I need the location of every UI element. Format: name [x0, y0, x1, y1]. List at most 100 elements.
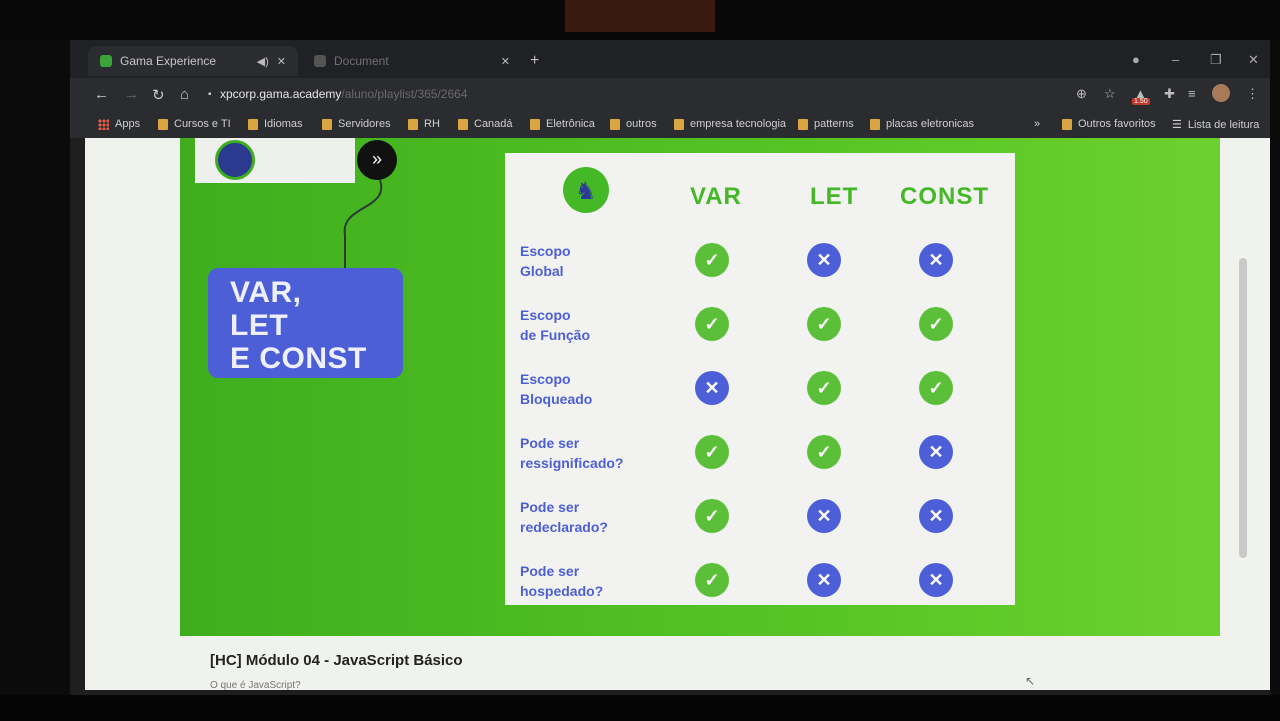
- column-header-let: LET: [810, 183, 859, 210]
- cross-icon: ✕: [695, 371, 729, 405]
- slide-logo-box: [195, 138, 355, 183]
- puzzle-icon[interactable]: ✚: [1164, 86, 1175, 102]
- translate-icon[interactable]: ⊕: [1076, 86, 1087, 102]
- bookmark-folder[interactable]: placas eletronicas: [870, 118, 974, 130]
- check-icon: ✓: [695, 435, 729, 469]
- url-path: /aluno/playlist/365/2664: [341, 87, 468, 101]
- row-label: Pode ser ressignificado?: [520, 433, 623, 473]
- bookmark-label: Canadá: [474, 118, 513, 130]
- row-label-line: Pode ser: [520, 435, 580, 451]
- check-icon: ✓: [695, 563, 729, 597]
- row-label-line: hospedado?: [520, 583, 604, 599]
- row-label-line: de Função: [520, 327, 591, 343]
- url-field[interactable]: xpcorp.gama.academy/aluno/playlist/365/2…: [220, 87, 468, 101]
- bookmark-label: empresa tecnologia: [690, 118, 787, 130]
- close-window-button[interactable]: ✕: [1248, 52, 1259, 68]
- row-label: Pode ser hospedado?: [520, 561, 603, 601]
- row-label-line: Escopo: [520, 243, 571, 259]
- bookmark-label: Servidores: [338, 118, 391, 130]
- page-scrollbar[interactable]: [1239, 258, 1247, 558]
- tab-document[interactable]: Document ✕: [302, 46, 522, 76]
- bookmark-label: Apps: [115, 118, 141, 130]
- speaker-icon[interactable]: ◀): [257, 55, 269, 68]
- folder-icon: [458, 118, 468, 130]
- gama-logo-icon: [215, 140, 255, 180]
- profile-sync-icon[interactable]: ●: [1132, 52, 1140, 67]
- lock-icon[interactable]: ▪: [208, 89, 212, 100]
- back-icon[interactable]: ←: [94, 86, 109, 103]
- menu-dots-icon[interactable]: ⋮: [1246, 86, 1259, 102]
- reload-icon[interactable]: ↻: [152, 86, 165, 104]
- restore-button[interactable]: ❐: [1210, 52, 1222, 68]
- bookmark-folder[interactable]: Servidores: [322, 118, 391, 130]
- row-label-line: Pode ser: [520, 563, 580, 579]
- slide-title-card: VAR, LET E CONST: [208, 268, 403, 378]
- bookmark-folder[interactable]: Idiomas: [248, 118, 303, 130]
- lesson-subtitle[interactable]: O que é JavaScript?: [210, 680, 301, 691]
- bookmark-other-favorites[interactable]: Outros favoritos: [1062, 118, 1156, 130]
- bookmark-label: Idiomas: [264, 118, 303, 130]
- tab-bar: Gama Experience ◀) ✕ Document ✕ + ● – ❐ …: [70, 40, 1270, 78]
- address-bar: ← → ↻ ⌂ ▪ xpcorp.gama.academy/aluno/play…: [70, 78, 1270, 112]
- folder-icon: [530, 118, 540, 130]
- minimize-button[interactable]: –: [1172, 52, 1179, 67]
- new-tab-button[interactable]: +: [530, 52, 539, 70]
- folder-icon: [408, 118, 418, 130]
- bookmark-folder[interactable]: outros: [610, 118, 657, 130]
- avatar[interactable]: [1212, 84, 1230, 102]
- bookmark-label: placas eletronicas: [886, 118, 975, 130]
- folder-icon: [1062, 118, 1072, 130]
- double-chevron-down-icon: »: [357, 140, 397, 180]
- bookmark-reading-list[interactable]: ☰ Lista de leitura: [1172, 118, 1260, 132]
- cable-line: [343, 180, 383, 270]
- bookmark-label: Lista de leitura: [1187, 118, 1260, 131]
- bookmark-folder[interactable]: patterns: [798, 118, 854, 130]
- folder-icon: [248, 118, 258, 130]
- close-tab-icon[interactable]: ✕: [501, 55, 510, 68]
- check-icon: ✓: [695, 307, 729, 341]
- folder-icon: [158, 118, 168, 130]
- bookmark-folder[interactable]: Canadá: [458, 118, 513, 130]
- bookmark-label: Outros favoritos: [1078, 118, 1156, 130]
- row-label-line: Escopo: [520, 371, 571, 387]
- cross-icon: ✕: [919, 243, 953, 277]
- forward-icon[interactable]: →: [124, 86, 139, 103]
- bookmark-folder[interactable]: empresa tecnologia: [674, 118, 786, 130]
- bookmark-label: Cursos e TI: [174, 118, 231, 130]
- star-icon[interactable]: ☆: [1104, 86, 1116, 102]
- monitor-bezel-bottom: [0, 695, 1280, 721]
- bookmark-apps[interactable]: Apps: [98, 118, 140, 130]
- column-header-const: CONST: [900, 183, 989, 210]
- row-label: Escopo Bloqueado: [520, 369, 592, 409]
- home-icon[interactable]: ⌂: [180, 86, 189, 103]
- reading-list-icon: ☰: [1172, 119, 1182, 131]
- row-label-line: redeclarado?: [520, 519, 608, 535]
- browser-window: Gama Experience ◀) ✕ Document ✕ + ● – ❐ …: [70, 40, 1270, 695]
- monitor-bezel-top: [0, 0, 1280, 40]
- bookmark-folder[interactable]: Eletrônica: [530, 118, 595, 130]
- reading-list-icon[interactable]: ≡: [1188, 86, 1196, 101]
- mouse-cursor-icon: ↖: [1025, 674, 1036, 688]
- check-icon: ✓: [695, 243, 729, 277]
- bookmark-label: RH: [424, 118, 440, 130]
- cross-icon: ✕: [919, 435, 953, 469]
- check-icon: ✓: [919, 371, 953, 405]
- knight-logo-icon: ♞: [563, 167, 609, 213]
- row-label-line: Global: [520, 263, 564, 279]
- bookmark-folder[interactable]: RH: [408, 118, 440, 130]
- apps-icon: [98, 118, 109, 130]
- tab-gama-experience[interactable]: Gama Experience ◀) ✕: [88, 46, 298, 76]
- bookmarks-overflow-button[interactable]: »: [1034, 118, 1040, 130]
- folder-icon: [674, 118, 684, 130]
- video-slide[interactable]: » VAR, LET E CONST ♞ VAR LET CONST Escop…: [180, 138, 1220, 636]
- bookmark-label: patterns: [814, 118, 854, 130]
- bookmark-folder[interactable]: Cursos e TI: [158, 118, 231, 130]
- close-tab-icon[interactable]: ✕: [277, 55, 286, 68]
- slide-title-line: VAR,: [230, 276, 302, 309]
- extension-badge: 1.50: [1132, 98, 1150, 105]
- row-label: Escopo de Função: [520, 305, 590, 345]
- monitor-label: [565, 0, 715, 32]
- check-icon: ✓: [695, 499, 729, 533]
- check-icon: ✓: [807, 435, 841, 469]
- bookmark-label: Eletrônica: [546, 118, 595, 130]
